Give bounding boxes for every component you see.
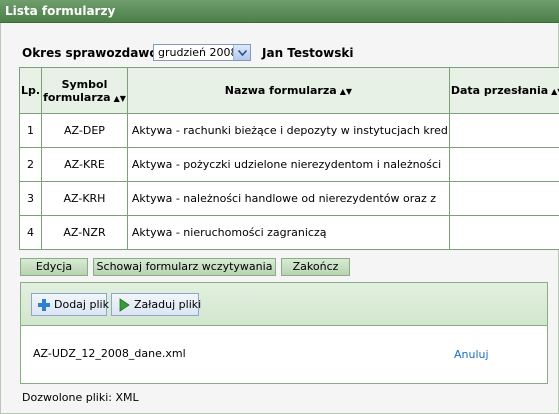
- cell-name: Aktywa - należności handlowe od nierezyd…: [126, 181, 450, 216]
- col-header-date[interactable]: Data przesłania▲▼: [448, 67, 559, 114]
- cell-name: Aktywa - nieruchomości zagraniczą: [126, 215, 450, 250]
- queued-file-name: AZ-UDZ_12_2008_dane.xml: [33, 347, 186, 360]
- period-select[interactable]: grudzień 2008: [153, 44, 251, 61]
- upload-files-label: Załaduj pliki: [134, 298, 202, 311]
- col-header-name[interactable]: Nazwa formularza ▲▼: [126, 67, 450, 114]
- col-header-symbol-line1: Symbol: [61, 77, 108, 91]
- period-label: Okres sprawozdawczy: [22, 46, 172, 60]
- sort-icon[interactable]: ▲▼: [114, 94, 126, 103]
- col-header-name-label: Nazwa formularza: [224, 84, 337, 97]
- sort-icon[interactable]: ▲▼: [551, 87, 559, 96]
- cell-symbol: AZ-KRH: [41, 181, 128, 216]
- upload-toolbar: Dodaj plik Załaduj pliki: [21, 283, 547, 326]
- table-row[interactable]: 4 AZ-NZR Aktywa - nieruchomości zagranic…: [18, 215, 559, 250]
- cell-symbol: AZ-DEP: [41, 113, 128, 148]
- forms-table: Lp. Symbol formularza ▲▼ Nazwa formularza…: [18, 67, 559, 250]
- add-file-label: Dodaj plik: [54, 298, 109, 311]
- period-select-value: grudzień 2008: [158, 46, 238, 59]
- cell-date: [448, 215, 559, 250]
- edit-button[interactable]: Edycja: [20, 258, 88, 276]
- cell-lp: 2: [18, 147, 43, 182]
- cancel-upload-link[interactable]: Anuluj: [454, 348, 489, 361]
- table-header-row: Lp. Symbol formularza ▲▼ Nazwa formularza…: [18, 67, 559, 114]
- table-row[interactable]: 1 AZ-DEP Aktywa - rachunki bieżące i dep…: [18, 113, 559, 148]
- title-bar: Lista formularzy: [0, 0, 559, 23]
- chevron-down-icon[interactable]: [233, 45, 250, 60]
- cell-date: [448, 181, 559, 216]
- allowed-file-types: Dozwolone pliki: XML: [22, 391, 139, 404]
- finish-button[interactable]: Zakończ: [281, 258, 350, 276]
- user-name: Jan Testowski: [262, 46, 354, 60]
- cell-lp: 4: [18, 215, 43, 250]
- plus-icon: [38, 299, 50, 311]
- cell-lp: 3: [18, 181, 43, 216]
- cell-symbol: AZ-NZR: [41, 215, 128, 250]
- table-row[interactable]: 3 AZ-KRH Aktywa - należności handlowe od…: [18, 181, 559, 216]
- col-header-lp-label: Lp.: [21, 84, 41, 97]
- cell-name: Aktywa - pożyczki udzielone nierezydento…: [126, 147, 450, 182]
- upload-panel: Dodaj plik Załaduj pliki AZ-UDZ_12_2008_…: [20, 282, 548, 384]
- sort-icon[interactable]: ▲▼: [340, 87, 352, 96]
- hide-form-button[interactable]: Schowaj formularz wczytywania: [93, 258, 276, 276]
- table-row[interactable]: 2 AZ-KRE Aktywa - pożyczki udzielone nie…: [18, 147, 559, 182]
- col-header-date-label: Data przesłania: [450, 84, 549, 97]
- play-icon: [119, 298, 130, 312]
- add-file-button[interactable]: Dodaj plik: [31, 293, 109, 316]
- col-header-symbol-line2: formularza: [43, 90, 111, 104]
- col-header-symbol[interactable]: Symbol formularza ▲▼: [41, 67, 128, 114]
- cell-symbol: AZ-KRE: [41, 147, 128, 182]
- cell-date: [448, 147, 559, 182]
- cell-lp: 1: [18, 113, 43, 148]
- col-header-lp[interactable]: Lp.: [18, 67, 43, 114]
- window-title: Lista formularzy: [5, 4, 116, 18]
- upload-files-button[interactable]: Załaduj pliki: [111, 293, 202, 316]
- cell-name: Aktywa - rachunki bieżące i depozyty w i…: [126, 113, 450, 148]
- cell-date: [448, 113, 559, 148]
